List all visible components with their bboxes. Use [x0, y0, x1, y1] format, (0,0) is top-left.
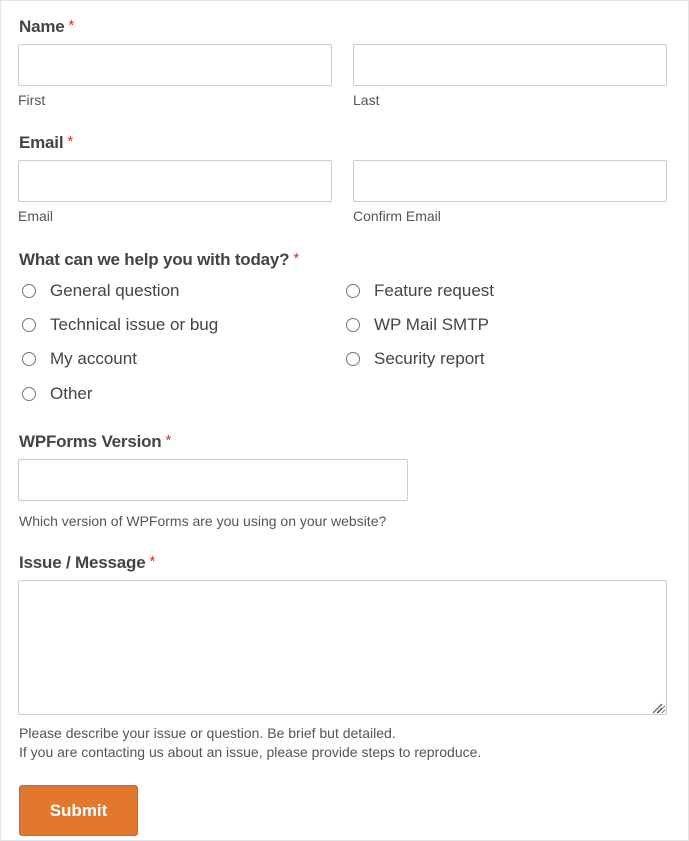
name-label: Name *: [19, 17, 74, 37]
required-marker: *: [149, 553, 156, 570]
confirm-email-input[interactable]: [353, 160, 667, 202]
version-input[interactable]: [18, 459, 408, 501]
first-name-sublabel: First: [18, 92, 46, 108]
help-topic-label-text: What can we help you with today?: [19, 250, 290, 269]
radio-other[interactable]: Other: [19, 383, 93, 405]
radio-label: Feature request: [374, 281, 495, 300]
radio-security-report[interactable]: Security report: [343, 348, 485, 370]
required-marker: *: [68, 17, 75, 34]
message-label: Issue / Message *: [19, 553, 155, 573]
radio-label: WP Mail SMTP: [374, 315, 489, 334]
radio-button-icon[interactable]: [22, 318, 36, 332]
email-sublabel: Email: [18, 208, 54, 224]
radio-technical-issue[interactable]: Technical issue or bug: [19, 314, 218, 336]
message-label-text: Issue / Message: [19, 553, 146, 572]
radio-my-account[interactable]: My account: [19, 348, 137, 370]
submit-button[interactable]: Submit: [19, 785, 138, 836]
radio-general-question[interactable]: General question: [19, 280, 179, 302]
radio-button-icon[interactable]: [22, 352, 36, 366]
required-marker: *: [165, 432, 172, 449]
first-name-input[interactable]: [18, 44, 332, 86]
confirm-email-sublabel: Confirm Email: [353, 208, 441, 224]
message-description-line2: If you are contacting us about an issue,…: [19, 744, 482, 760]
version-label: WPForms Version *: [19, 432, 171, 452]
radio-button-icon[interactable]: [22, 387, 36, 401]
radio-button-icon[interactable]: [22, 284, 36, 298]
radio-wp-mail-smtp[interactable]: WP Mail SMTP: [343, 314, 489, 336]
help-topic-label: What can we help you with today? *: [19, 250, 299, 270]
version-label-text: WPForms Version: [19, 432, 162, 451]
radio-label: General question: [50, 281, 180, 300]
email-label: Email *: [19, 133, 73, 153]
radio-button-icon[interactable]: [346, 318, 360, 332]
required-marker: *: [293, 250, 299, 267]
radio-button-icon[interactable]: [346, 352, 360, 366]
radio-label: Other: [50, 384, 93, 403]
radio-label: My account: [50, 349, 137, 368]
resize-handle-icon[interactable]: [652, 703, 663, 714]
email-label-text: Email: [19, 133, 64, 152]
radio-button-icon[interactable]: [346, 284, 360, 298]
radio-feature-request[interactable]: Feature request: [343, 280, 494, 302]
email-input[interactable]: [18, 160, 332, 202]
radio-label: Security report: [374, 349, 485, 368]
last-name-input[interactable]: [353, 44, 667, 86]
radio-label: Technical issue or bug: [50, 315, 219, 334]
required-marker: *: [67, 133, 73, 150]
form-container: Name * First Last Email * Email Confirm Em…: [0, 0, 689, 841]
name-label-text: Name: [19, 17, 65, 36]
message-description-line1: Please describe your issue or question. …: [19, 725, 396, 741]
last-name-sublabel: Last: [353, 92, 380, 108]
version-description: Which version of WPForms are you using o…: [19, 513, 387, 529]
message-textarea[interactable]: [18, 580, 667, 715]
